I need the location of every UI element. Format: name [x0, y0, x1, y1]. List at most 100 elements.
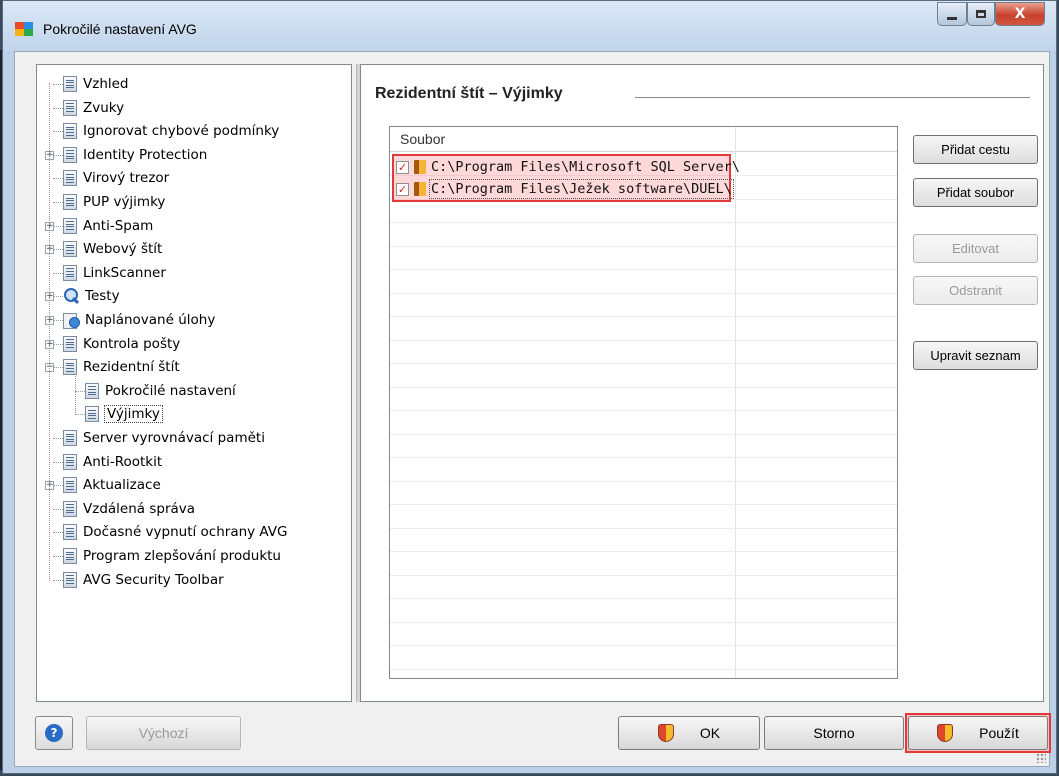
tree-item[interactable]: Virový trezor: [63, 167, 169, 189]
list-row-separator: [390, 480, 897, 482]
cancel-button[interactable]: Storno: [764, 716, 904, 750]
settings-tree[interactable]: Vzhled Zvuky Ignorovat chybové podmínky Ide…: [36, 64, 352, 702]
title-bar[interactable]: Pokročilé nastavení AVG X: [3, 1, 1056, 51]
document-icon: [63, 170, 77, 187]
tree-item[interactable]: Výjimky: [85, 403, 163, 425]
entry-checkbox[interactable]: ✓: [396, 160, 409, 174]
default-button[interactable]: Výchozí: [86, 716, 241, 750]
list-item[interactable]: ✓ C:\Program Files\Microsoft SQL Server\: [396, 156, 740, 178]
tree-item[interactable]: Anti-Rootkit: [63, 451, 162, 473]
tree-item-label: Server vyrovnávací paměti: [83, 430, 265, 446]
list-header[interactable]: Soubor: [390, 127, 897, 152]
tree-item[interactable]: Dočasné vypnutí ochrany AVG: [63, 521, 288, 543]
tree-item[interactable]: Zvuky: [63, 97, 124, 119]
tree-item-label: Výjimky: [104, 405, 163, 424]
tree-item[interactable]: Rezidentní štít: [63, 356, 180, 378]
list-row-separator: [390, 316, 897, 317]
document-icon: [63, 524, 77, 541]
tree-connector: [53, 438, 63, 439]
close-button[interactable]: X: [995, 2, 1045, 26]
maximize-icon: [976, 10, 986, 18]
list-row-separator: [390, 574, 897, 576]
document-icon: [63, 194, 77, 210]
document-icon: [63, 571, 77, 588]
list-item[interactable]: ✓ C:\Program Files\Ježek software\DUEL\: [396, 178, 734, 200]
exceptions-panel: Rezidentní štít – Výjimky Soubor ✓ C:\Pr…: [360, 64, 1044, 702]
list-row-separator: [390, 363, 897, 364]
tree-connector: [53, 508, 63, 510]
tree-item[interactable]: PUP výjimky: [63, 191, 165, 213]
tree-connector: [53, 485, 63, 487]
document-icon: [63, 241, 77, 258]
list-row-separator: [390, 645, 897, 646]
document-icon: [63, 264, 77, 281]
list-row-separator: [390, 269, 897, 270]
tree-connector: [53, 272, 63, 274]
document-icon: [63, 335, 77, 352]
tree-item[interactable]: Testy: [63, 285, 120, 307]
tree-item-label: Naplánované úlohy: [85, 312, 216, 328]
tree-item[interactable]: Program zlepšování produktu: [63, 545, 281, 567]
tree-item[interactable]: Webový štít: [63, 238, 162, 260]
tree-item[interactable]: LinkScanner: [63, 262, 166, 284]
list-row-separator: [390, 222, 897, 223]
column-divider[interactable]: [735, 127, 736, 678]
tree-item[interactable]: Vzhled: [63, 73, 129, 95]
tree-item-label: Pokročilé nastavení: [105, 382, 236, 399]
list-row-separator: [390, 386, 897, 388]
tree-item-label: Kontrola pošty: [83, 335, 181, 352]
tree-item[interactable]: Identity Protection: [63, 144, 207, 166]
add-path-button[interactable]: Přidat cestu: [913, 135, 1038, 164]
help-button[interactable]: ?: [35, 716, 73, 750]
folder-icon: [414, 160, 426, 174]
exceptions-list[interactable]: Soubor ✓ C:\Program Files\Microsoft SQL …: [389, 126, 898, 679]
tree-item[interactable]: AVG Security Toolbar: [63, 569, 224, 591]
tree-connector: [53, 461, 63, 463]
edit-button[interactable]: Editovat: [913, 234, 1038, 263]
resize-grip-icon[interactable]: [1036, 753, 1046, 763]
tree-connector: [75, 374, 76, 416]
tree-connector: [53, 84, 63, 85]
add-file-button[interactable]: Přidat soubor: [913, 178, 1038, 207]
ok-button[interactable]: OK: [618, 716, 760, 750]
tree-item[interactable]: Pokročilé nastavení: [85, 380, 236, 402]
tree-connector: [53, 178, 63, 180]
apply-button[interactable]: Použít: [908, 716, 1048, 750]
tree-item-label: Program zlepšování produktu: [83, 548, 281, 564]
tree-item[interactable]: Server vyrovnávací paměti: [63, 427, 265, 449]
document-icon: [63, 359, 77, 376]
column-header-soubor: Soubor: [400, 131, 446, 147]
tree-connector: [53, 154, 63, 156]
tree-item-label: Rezidentní štít: [83, 359, 180, 376]
maximize-button[interactable]: [967, 2, 995, 26]
list-row-separator: [390, 668, 897, 670]
minimize-button[interactable]: [937, 2, 967, 26]
list-row-separator: [390, 504, 897, 505]
tree-item[interactable]: Naplánované úlohy: [63, 309, 215, 331]
document-icon: [63, 217, 77, 234]
remove-button[interactable]: Odstranit: [913, 276, 1038, 305]
tree-item[interactable]: Anti-Spam: [63, 215, 153, 237]
document-icon: [63, 430, 77, 446]
list-row-separator: [390, 457, 897, 458]
tree-item-label: Aktualizace: [83, 477, 161, 494]
avg-shield-icon: [657, 724, 674, 742]
tree-item[interactable]: Ignorovat chybové podmínky: [63, 120, 279, 142]
edit-list-button[interactable]: Upravit seznam: [913, 341, 1038, 370]
minimize-icon: [947, 16, 957, 20]
tree-connector: [53, 343, 63, 345]
tree-item[interactable]: Vzdálená správa: [63, 498, 195, 520]
entry-path: C:\Program Files\Microsoft SQL Server\: [431, 159, 740, 175]
document-icon: [63, 76, 77, 92]
document-icon: [63, 453, 77, 470]
entry-checkbox[interactable]: ✓: [396, 182, 409, 196]
section-title: Rezidentní štít – Výjimky: [375, 85, 563, 102]
document-icon: [63, 477, 77, 494]
tree-item[interactable]: Kontrola pošty: [63, 333, 180, 355]
tree-connector: [75, 414, 85, 416]
document-icon: [63, 548, 77, 564]
tree-item-label: PUP výjimky: [83, 194, 166, 210]
tree-item[interactable]: Aktualizace: [63, 474, 161, 496]
tree-connector: [53, 296, 63, 298]
tree-item-label: Ignorovat chybové podmínky: [83, 123, 280, 140]
